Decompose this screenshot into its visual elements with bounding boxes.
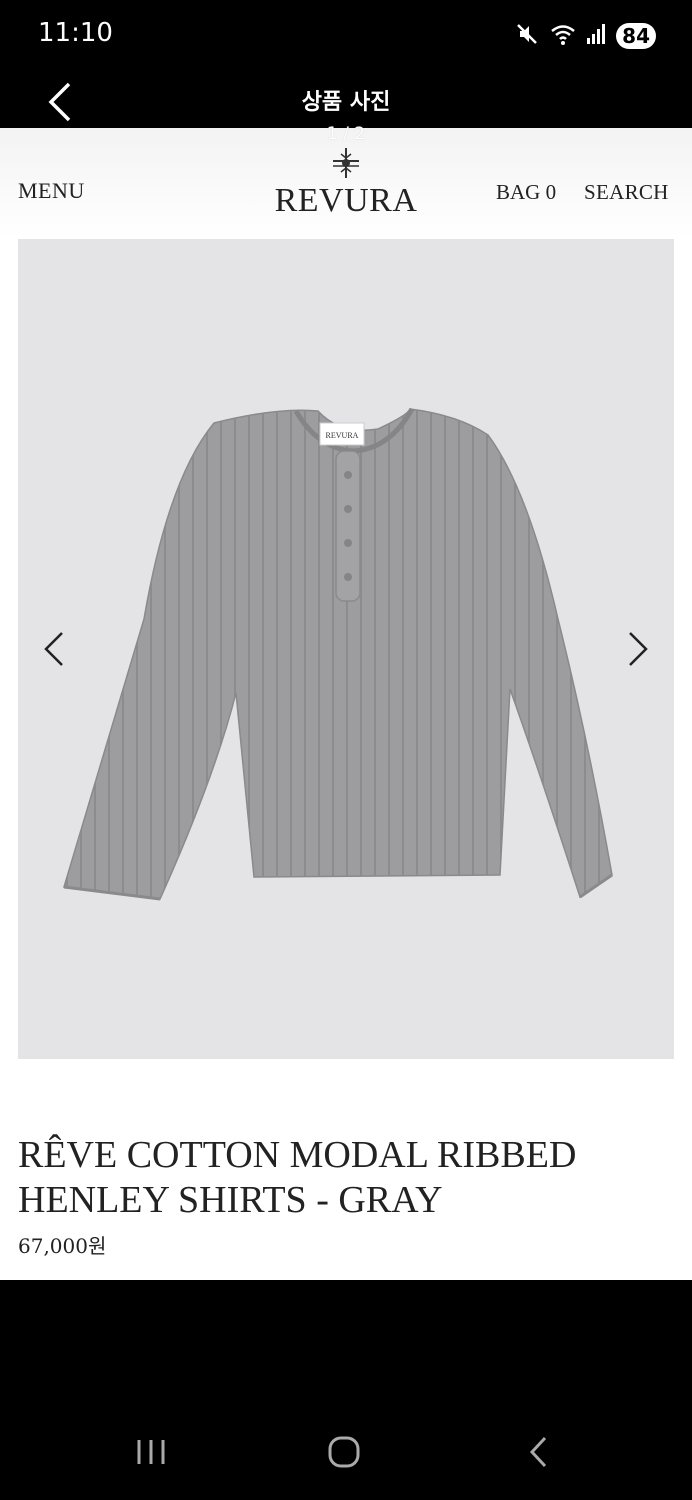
menu-link[interactable]: MENU (18, 178, 85, 204)
product-page: MENU REVURA BAG 0 SEARCH 1 / 2 REVURA RÊ… (0, 124, 692, 1280)
product-price: 67,000원 (18, 1234, 107, 1258)
status-icons: 84 (514, 20, 656, 52)
next-photo-button[interactable] (618, 619, 658, 679)
wifi-icon (550, 22, 576, 51)
back-icon (529, 1436, 547, 1468)
mute-icon (514, 21, 540, 52)
search-link[interactable]: SEARCH (584, 180, 669, 205)
status-bar: 11:10 84 (0, 0, 692, 70)
page-title: 상품 사진 (301, 90, 391, 115)
product-title-line2: HENLEY SHIRTS - GRAY (18, 1179, 443, 1221)
home-button[interactable] (314, 1430, 374, 1474)
back-nav-button[interactable] (508, 1430, 568, 1474)
chevron-left-icon (44, 632, 63, 666)
chevron-right-icon (629, 632, 648, 666)
status-time: 11:10 (38, 18, 113, 48)
product-title-line1: RÊVE COTTON MODAL RIBBED (18, 1134, 577, 1176)
logo-text: REVURA (274, 182, 418, 219)
bag-link[interactable]: BAG 0 (496, 180, 556, 205)
system-nav-bar (0, 1400, 692, 1500)
recents-icon (137, 1440, 165, 1464)
logo-mark-icon (333, 148, 359, 178)
app-header: 상품 사진 (0, 70, 692, 128)
home-icon (328, 1436, 360, 1468)
brand-logo[interactable]: REVURA (246, 146, 446, 218)
product-title: RÊVE COTTON MODAL RIBBED HENLEY SHIRTS -… (18, 1133, 678, 1223)
neck-tag-text: REVURA (326, 431, 359, 440)
prev-photo-button[interactable] (34, 619, 74, 679)
recents-button[interactable] (121, 1430, 181, 1474)
photo-counter: 1 / 2 (326, 124, 366, 144)
battery-indicator: 84 (616, 23, 656, 49)
signal-icon (586, 23, 606, 50)
site-nav: MENU REVURA BAG 0 SEARCH (0, 128, 692, 238)
product-photo[interactable]: REVURA (18, 239, 674, 1059)
henley-shirt-image: REVURA (63, 407, 613, 901)
